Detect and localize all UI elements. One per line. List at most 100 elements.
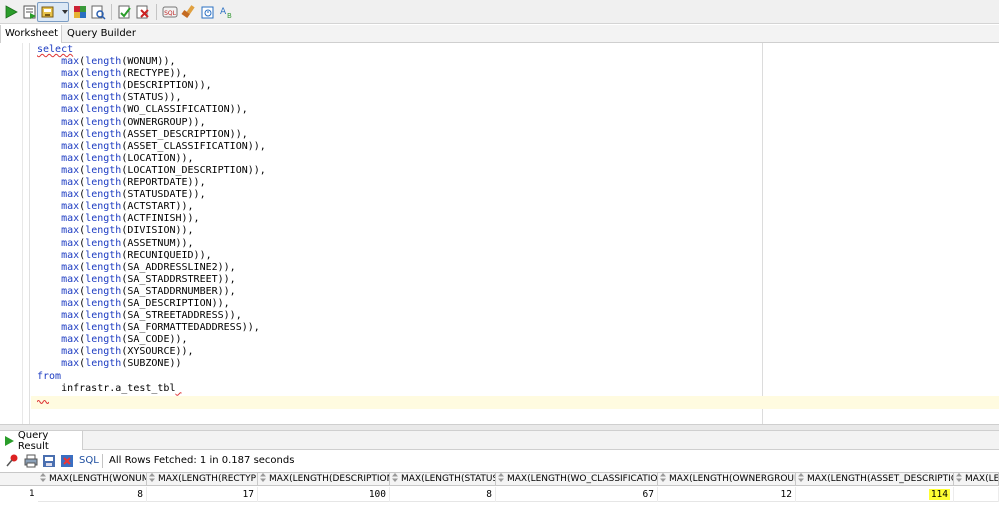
code-line: max(length(ASSET_DESCRIPTION)), (61, 128, 248, 140)
column-header[interactable]: MAX(LENGTH(OWNERGROUP)) (658, 473, 796, 486)
rollback-icon[interactable] (135, 4, 151, 20)
code-line: max(length(DESCRIPTION)), (61, 80, 212, 92)
row-number: 1 (0, 487, 38, 502)
sort-icon (956, 473, 962, 482)
print-icon[interactable] (23, 453, 39, 469)
sql-function: length (85, 285, 122, 297)
column-header[interactable]: MAX(LEN (954, 473, 999, 486)
sql-function: max (61, 261, 80, 273)
tab-query-result[interactable]: Query Result (0, 430, 83, 452)
export-icon[interactable] (41, 453, 57, 469)
toolbar-separator (156, 4, 157, 20)
table-row[interactable]: 1 8 17 100 8 67 12 114 (0, 487, 999, 502)
results-grid[interactable]: MAX(LENGTH(WONUM)) MAX(LENGTH(RECTYPE)) MA… (0, 472, 999, 513)
code-line: infrastr.a_test_tbl (37, 383, 266, 395)
sql-function: max (61, 322, 80, 334)
sql-function: length (85, 358, 122, 370)
code-line: max(length(ACTFINISH)), (61, 213, 200, 225)
syntax-error-squiggle (37, 400, 49, 404)
sql-function: max (61, 116, 80, 128)
table-cell[interactable]: 17 (147, 487, 258, 502)
cell-value: 8 (486, 489, 492, 500)
code-line: max(length(ASSETNUM)), (61, 237, 194, 249)
run-statement-icon[interactable] (3, 4, 19, 20)
table-cell[interactable]: 12 (658, 487, 796, 502)
sql-function: max (61, 213, 80, 225)
sql-function: max (61, 164, 80, 176)
sql-function: max (61, 80, 80, 92)
sql-function: max (61, 310, 80, 322)
code-line: max(length(SA_DESCRIPTION)), (61, 297, 230, 309)
cell-value: 67 (642, 489, 654, 500)
code-line: max(length(ACTSTART)), (61, 201, 194, 213)
code-line: max(length(SA_STREETADDRESS)), (61, 310, 242, 322)
tab-worksheet[interactable]: Worksheet (0, 25, 62, 44)
code-line: from (37, 371, 266, 383)
editor-gutter (0, 43, 30, 424)
explain-plan-icon[interactable] (90, 4, 106, 20)
commit-icon[interactable] (40, 4, 56, 20)
table-cell[interactable]: 100 (258, 487, 390, 502)
right-margin-guide (762, 43, 763, 424)
column-header[interactable]: MAX(LENGTH(DESCRIPTION)) (258, 473, 390, 486)
sql-function: length (85, 80, 122, 92)
sql-link[interactable]: SQL (79, 455, 99, 466)
results-tab-bar: Query Result (0, 430, 999, 452)
sql-function: length (85, 140, 122, 152)
panel-splitter[interactable] (0, 424, 999, 431)
sql-keyword: from (37, 370, 62, 382)
sql-function: max (61, 56, 80, 68)
sql-history-icon[interactable] (200, 4, 216, 20)
sql-code[interactable]: select max(length(WONUM)), max(length(RE… (37, 44, 266, 395)
sql-function: length (85, 92, 122, 104)
sql-function: max (61, 68, 80, 80)
sql-function: max (61, 104, 80, 116)
code-line: max(length(STATUSDATE)), (61, 189, 206, 201)
sql-function: length (85, 249, 122, 261)
refresh-icon[interactable] (59, 453, 75, 469)
code-line: max(length(WONUM)), (61, 56, 176, 68)
table-cell[interactable]: 8 (38, 487, 147, 502)
sql-function: length (85, 56, 122, 68)
table-cell[interactable]: 8 (390, 487, 496, 502)
sql-function: max (61, 92, 80, 104)
column-header-label: MAX(LENGTH(OWNERGROUP)) (669, 474, 796, 484)
table-cell[interactable] (954, 487, 999, 502)
column-header[interactable]: MAX(LENGTH(RECTYPE)) (147, 473, 258, 486)
dropdown-arrow-icon[interactable] (57, 4, 68, 20)
run-script-icon[interactable] (22, 4, 38, 20)
sql-function: max (61, 128, 80, 140)
column-header-label: MAX(LENGTH(ASSET_DESCRIPTION)) (807, 474, 953, 484)
code-line: max(length(LOCATION)), (61, 152, 194, 164)
sql-function: max (61, 177, 80, 189)
find-replace-icon[interactable]: AB (219, 4, 235, 20)
tab-query-builder[interactable]: Query Builder (63, 25, 140, 43)
table-cell[interactable]: 114 (796, 487, 954, 502)
sql-function: length (85, 322, 122, 334)
table-cell[interactable]: 67 (496, 487, 658, 502)
column-header[interactable]: MAX(LENGTH(ASSET_DESCRIPTION)) (796, 473, 954, 486)
sql-function: length (85, 225, 122, 237)
svg-text:A: A (220, 7, 227, 17)
column-header[interactable]: MAX(LENGTH(WO_CLASSIFICATION)) (496, 473, 658, 486)
unshared-sql-icon[interactable]: SQL (162, 4, 178, 20)
column-header-label: MAX(LENGTH(RECTYPE)) (158, 474, 258, 484)
clear-icon[interactable] (181, 4, 197, 20)
sql-function: max (61, 237, 80, 249)
code-line: max(length(RECTYPE)), (61, 68, 188, 80)
pin-icon[interactable] (4, 453, 20, 469)
code-line: max(length(SUBZONE)) (61, 358, 182, 370)
code-line: max(length(OWNERGROUP)), (61, 116, 206, 128)
column-header[interactable]: MAX(LENGTH(WONUM)) (38, 473, 147, 486)
cell-value: 17 (242, 489, 254, 500)
column-header[interactable]: MAX(LENGTH(STATUS)) (390, 473, 496, 486)
query-result-icon (4, 435, 14, 446)
cell-value: 8 (137, 489, 143, 500)
sql-tuning-icon[interactable] (117, 4, 133, 20)
sql-function: max (61, 225, 80, 237)
sql-editor[interactable]: select max(length(WONUM)), max(length(RE… (0, 43, 999, 424)
sort-icon (798, 473, 804, 482)
sql-function: length (85, 237, 122, 249)
autotrace-icon[interactable] (72, 4, 88, 20)
sql-function: length (85, 273, 122, 285)
